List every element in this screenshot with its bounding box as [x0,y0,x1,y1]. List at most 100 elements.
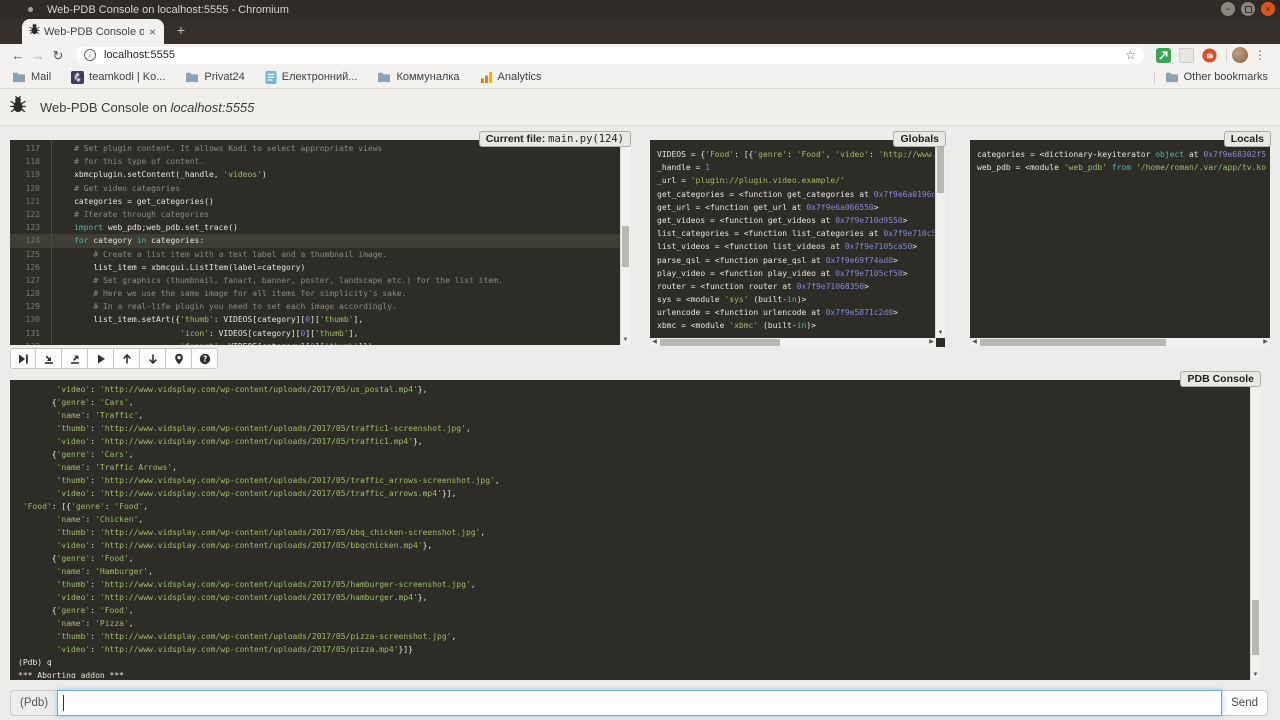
console-line: 'thumb': 'http://www.vidsplay.com/wp-con… [18,526,1248,539]
site-info-icon[interactable]: i [84,49,96,61]
back-icon[interactable]: ← [8,49,28,62]
address-bar[interactable]: i localhost:5555 ☆ [76,47,1144,64]
tab-close-icon[interactable]: × [147,25,158,39]
folder-icon [377,71,391,83]
forward-icon[interactable]: → [28,49,48,62]
source-line: 127 # Set graphics (thumbnail, fanart, b… [10,274,620,287]
svg-text:?: ? [202,354,206,363]
console-line: 'video': 'http://www.vidsplay.com/wp-con… [18,539,1248,552]
bookmark-item[interactable]: Mail [12,71,51,83]
scrollbar-thumb[interactable] [622,226,629,267]
scroll-left-icon[interactable]: ◀ [970,338,979,347]
bookmark-item[interactable]: Privat24 [185,71,244,83]
locals-hscrollbar[interactable]: ◀ ▶ [970,338,1270,347]
globals-hscrollbar[interactable]: ◀ ▶ [650,338,936,347]
console-line: 'name': 'Hamburger', [18,565,1248,578]
extension-disabled-icon[interactable] [1179,48,1194,63]
new-tab-button[interactable]: + [172,22,190,40]
minimize-button[interactable]: − [1221,2,1235,16]
source-line: 119 xbmcplugin.setContent(_handle, 'vide… [10,168,620,181]
console-line: 'name': 'Chicken', [18,513,1248,526]
bookmark-item[interactable]: Analytics [480,71,542,84]
source-line: 120 # Get video categories [10,182,620,195]
window-titlebar: Web-PDB Console on localhost:5555 - Chro… [0,0,1280,19]
globals-line: VIDEOS = {'Food': [{'genre': 'Food', 'vi… [657,148,934,161]
scroll-left-icon[interactable]: ◀ [650,338,659,347]
help-button[interactable]: ? [192,348,218,369]
step-out-button[interactable] [62,348,88,369]
source-code-view: 117 # Set plugin content. It allows Kodi… [10,142,620,345]
console-line: {'genre': 'Cars', [18,448,1248,461]
locals-line: categories = <dictionary-keyiterator obj… [977,148,1266,161]
source-line: 128 # Here we use the same image for all… [10,287,620,300]
browser-menu-icon[interactable]: ⋮ [1254,49,1266,61]
pdb-input-wrap [57,690,1222,716]
minimize-icon: − [1225,5,1230,14]
close-button[interactable]: × [1261,2,1275,16]
scrollbar-thumb[interactable] [1252,600,1259,655]
maximize-icon [1245,6,1252,13]
console-line: *** Aborting addon *** [18,669,1248,678]
current-file-label: Current file: main.py(124) [479,131,631,147]
next-button[interactable] [10,348,36,369]
other-bookmarks-label: Other bookmarks [1184,71,1268,83]
send-button[interactable]: Send [1221,690,1268,716]
locals-label: Locals [1224,131,1271,147]
bookmark-item[interactable]: Коммуналка [377,71,459,83]
current-file-panel: Current file: main.py(124) 117 # Set plu… [10,140,630,345]
pdb-command-input[interactable] [57,690,1222,716]
scroll-down-icon[interactable]: ▼ [621,336,630,345]
console-line: {'genre': 'Cars', [18,396,1248,409]
source-line: 124 for category in categories: [10,234,620,247]
where-button[interactable] [166,348,192,369]
locals-line: web_pdb = <module 'web_pdb' from '/home/… [977,161,1266,174]
console-vscrollbar[interactable]: ▼ [1250,380,1260,680]
console-line: {'genre': 'Food', [18,552,1248,565]
scroll-right-icon[interactable]: ▶ [1261,338,1270,347]
bookmark-label: Privat24 [204,71,244,83]
up-button[interactable] [114,348,140,369]
scrollbar-thumb[interactable] [980,339,1166,346]
scroll-right-icon[interactable]: ▶ [927,338,936,347]
scroll-down-icon[interactable]: ▼ [936,329,945,338]
scrollbar-thumb[interactable] [937,142,944,193]
other-bookmarks-button[interactable]: Other bookmarks [1165,71,1268,83]
web-pdb-page: Web-PDB Console on localhost:5555 Curren… [0,89,1280,720]
file-panel-vscrollbar[interactable]: ▼ [620,140,630,345]
globals-line: _handle = 1 [657,161,934,174]
browser-tab[interactable]: Web-PDB Console on loca × [22,19,164,44]
bookmark-star-icon[interactable]: ☆ [1125,49,1136,61]
continue-button[interactable] [88,348,114,369]
console-line: 'name': 'Traffic', [18,409,1248,422]
down-button[interactable] [140,348,166,369]
source-line: 126 list_item = xbmcgui.ListItem(label=c… [10,261,620,274]
bookmark-item[interactable]: teamkodi | Ko... [71,71,165,84]
globals-line: sys = <module 'sys' (built-in)> [657,293,934,306]
source-line: 129 # In a real-life plugin you need to … [10,300,620,313]
console-line: 'name': 'Traffic Arrows', [18,461,1248,474]
locals-view: categories = <dictionary-keyiterator obj… [977,148,1266,336]
reload-icon[interactable]: ↻ [48,49,68,62]
source-line: 132 'fanart': VIDEOS[category][0]['thumb… [10,340,620,345]
source-line: 131 'icon': VIDEOS[category][0]['thumb']… [10,327,620,340]
step-into-button[interactable] [36,348,62,369]
scrollbar-thumb[interactable] [660,339,780,346]
extension-stop-hand-icon[interactable] [1202,48,1217,63]
console-line: 'thumb': 'http://www.vidsplay.com/wp-con… [18,630,1248,643]
console-line: 'name': 'Pizza', [18,617,1248,630]
scroll-down-icon[interactable]: ▼ [1251,671,1260,680]
profile-avatar[interactable] [1232,47,1248,63]
page-title: Web-PDB Console on localhost:5555 [40,100,254,115]
bookmark-label: Електронний... [282,71,358,83]
url-text[interactable]: localhost:5555 [104,49,1125,61]
page-header: Web-PDB Console on localhost:5555 [0,89,1280,126]
console-line: {'genre': 'Food', [18,604,1248,617]
text-caret [63,695,64,711]
globals-line: _url = 'plugin://plugin.video.example/' [657,174,934,187]
bookmark-label: Analytics [498,71,542,83]
maximize-button[interactable] [1241,2,1255,16]
globals-vscrollbar[interactable]: ▼ [935,140,945,338]
bookmark-item[interactable]: Електронний... [265,71,358,84]
extension-green-arrow-icon[interactable] [1156,48,1171,63]
console-line: 'video': 'http://www.vidsplay.com/wp-con… [18,487,1248,500]
